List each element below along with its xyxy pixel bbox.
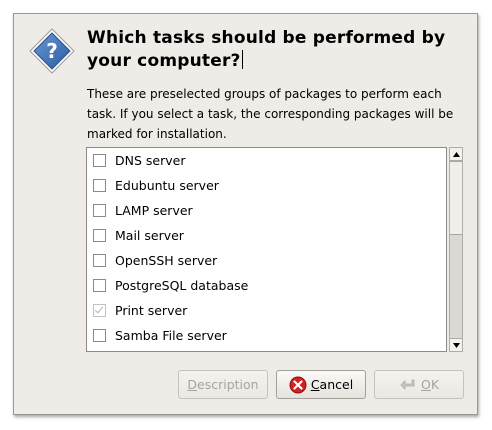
task-label: Samba File server	[115, 328, 227, 343]
task-label: LAMP server	[115, 203, 193, 218]
text-cursor	[241, 50, 243, 69]
task-checkbox[interactable]	[93, 179, 106, 192]
task-list[interactable]: DNS server Edubuntu server LAMP server Mail…	[86, 147, 447, 352]
task-list-item[interactable]: Samba File server	[87, 323, 446, 348]
task-checkbox[interactable]	[93, 154, 106, 167]
task-list-scrollbar[interactable]	[449, 147, 463, 352]
task-checkbox[interactable]	[93, 204, 106, 217]
task-selection-dialog: ? Which tasks should be performed by you…	[13, 13, 478, 415]
task-checkbox[interactable]	[93, 229, 106, 242]
task-label: Edubuntu server	[115, 178, 219, 193]
question-icon: ?	[29, 28, 75, 74]
task-list-item[interactable]: OpenSSH server	[87, 248, 446, 273]
back-arrow-icon	[400, 379, 415, 390]
arrow-down-icon	[452, 342, 460, 348]
task-checkbox[interactable]	[93, 279, 106, 292]
ok-button-label: K	[430, 377, 440, 392]
dialog-description: These are preselected groups of packages…	[87, 87, 454, 141]
arrow-up-icon	[452, 151, 460, 157]
cancel-button-label: ancel	[319, 377, 354, 392]
cancel-icon	[289, 376, 307, 393]
task-list-item[interactable]: Mail server	[87, 223, 446, 248]
description-button[interactable]: Description	[178, 370, 268, 399]
task-label: DNS server	[115, 153, 186, 168]
task-list-item[interactable]: PostgreSQL database	[87, 273, 446, 298]
cancel-button[interactable]: Cancel	[276, 370, 366, 399]
scroll-up-button[interactable]	[450, 148, 462, 161]
task-checkbox[interactable]	[93, 329, 106, 342]
scroll-thumb[interactable]	[450, 161, 462, 235]
task-checkbox	[93, 304, 106, 317]
task-list-item[interactable]: DNS server	[87, 148, 446, 173]
cancel-button-mnemonic: C	[310, 377, 320, 392]
scroll-down-button[interactable]	[450, 338, 462, 351]
task-label: Print server	[115, 303, 188, 318]
ok-button[interactable]: OK	[374, 370, 464, 399]
task-label: PostgreSQL database	[115, 278, 249, 293]
description-button-mnemonic: D	[187, 377, 198, 392]
task-label: Mail server	[115, 228, 184, 243]
task-list-item[interactable]: Edubuntu server	[87, 173, 446, 198]
dialog-title: Which tasks should be performed by your …	[87, 27, 472, 73]
svg-text:?: ?	[46, 39, 58, 63]
ok-button-mnemonic: O	[420, 377, 431, 392]
dialog-title-text: Which tasks should be performed by your …	[87, 28, 446, 71]
task-checkbox[interactable]	[93, 254, 106, 267]
task-list-item[interactable]: LAMP server	[87, 198, 446, 223]
task-label: OpenSSH server	[115, 253, 218, 268]
description-button-label: escription	[197, 377, 259, 392]
task-list-item[interactable]: Print server	[87, 298, 446, 323]
